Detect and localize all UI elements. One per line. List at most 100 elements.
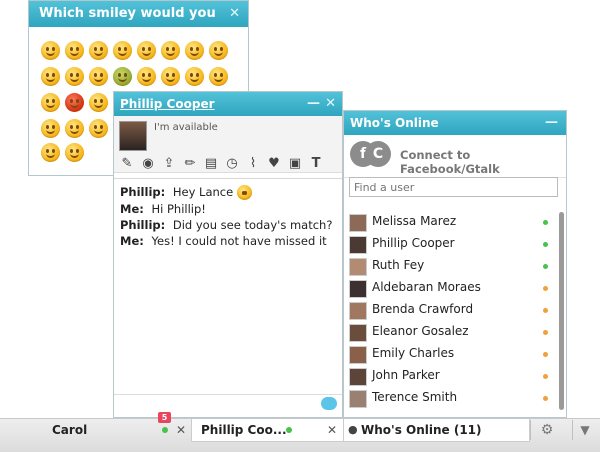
close-icon[interactable]: ✕ bbox=[325, 92, 336, 116]
message-input[interactable] bbox=[114, 394, 342, 417]
status-dot bbox=[286, 427, 292, 433]
avatar bbox=[349, 390, 367, 408]
status-dot bbox=[543, 374, 548, 379]
list-item[interactable]: Terence Smith bbox=[344, 387, 554, 409]
smiley-item[interactable] bbox=[65, 67, 84, 86]
gear-icon[interactable]: ⚙ bbox=[530, 420, 563, 440]
message-list: Phillip: Hey Lance Me: Hi Phillip! Phill… bbox=[114, 178, 342, 397]
avatar bbox=[349, 258, 367, 276]
smiley-picker-title: Which smiley would you like? bbox=[39, 6, 216, 47]
status-dot bbox=[543, 352, 548, 357]
status-dot bbox=[543, 330, 548, 335]
smiley-item[interactable] bbox=[41, 143, 60, 162]
avatar bbox=[349, 368, 367, 386]
user-name: Brenda Crawford bbox=[372, 302, 474, 316]
whos-online-title: Who's Online bbox=[350, 116, 439, 130]
message-text: Did you see today's match? bbox=[172, 218, 333, 232]
user-list-scrollbar[interactable] bbox=[559, 212, 564, 410]
card-icon[interactable]: ♥ bbox=[266, 156, 282, 172]
list-item[interactable]: Brenda Crawford bbox=[344, 299, 554, 321]
message: Phillip: Hey Lance bbox=[120, 185, 337, 200]
text-format-icon[interactable]: T bbox=[308, 156, 324, 172]
list-item[interactable]: Ruth Fey bbox=[344, 255, 554, 277]
tab-phillip-cooper[interactable]: Phillip Coo... ✕ bbox=[191, 419, 344, 442]
status-dot bbox=[543, 264, 548, 269]
minimize-icon[interactable]: — bbox=[307, 92, 320, 116]
save-icon[interactable]: ▣ bbox=[287, 156, 303, 172]
status-dot bbox=[543, 220, 548, 225]
smiley-picker-titlebar: Which smiley would you like? ✕ bbox=[29, 1, 248, 47]
smiley-item[interactable] bbox=[161, 67, 180, 86]
smiley-item[interactable] bbox=[137, 67, 156, 86]
smiley-item[interactable] bbox=[209, 41, 228, 60]
close-icon[interactable]: ✕ bbox=[229, 1, 240, 27]
smiley-item[interactable] bbox=[41, 119, 60, 138]
smiley-item[interactable] bbox=[161, 41, 180, 60]
tab-label: Who's Online (11) bbox=[361, 423, 482, 437]
message-text: Yes! I could not have missed it bbox=[151, 234, 327, 248]
close-icon[interactable]: ✕ bbox=[327, 419, 337, 441]
whos-online-panel: Who's Online — fC Connect to Facebook/Gt… bbox=[343, 110, 567, 418]
chat-bubble-icon bbox=[321, 397, 337, 410]
smiley-item[interactable] bbox=[65, 143, 84, 162]
brush-icon[interactable]: ✎ bbox=[119, 156, 135, 172]
smiley-item[interactable] bbox=[65, 41, 84, 60]
user-name: Melissa Marez bbox=[372, 214, 457, 228]
status-dot bbox=[543, 308, 548, 313]
user-name: John Parker bbox=[372, 368, 440, 382]
smiley-item[interactable] bbox=[41, 67, 60, 86]
collapse-arrow-icon[interactable]: ▼ bbox=[572, 420, 597, 440]
smiley-item[interactable] bbox=[65, 93, 84, 112]
list-item[interactable]: Phillip Cooper bbox=[344, 233, 554, 255]
close-icon[interactable]: ✕ bbox=[176, 419, 186, 441]
user-list: Melissa Marez Phillip Cooper Ruth Fey Al… bbox=[344, 211, 554, 409]
message-sender: Phillip: bbox=[120, 218, 166, 232]
smiley-item[interactable] bbox=[113, 67, 132, 86]
status-dot bbox=[162, 427, 168, 433]
connect-label: Connect to Facebook/Gtalk bbox=[400, 148, 500, 176]
minimize-icon[interactable]: — bbox=[545, 111, 558, 135]
list-item[interactable]: Melissa Marez bbox=[344, 211, 554, 233]
tab-whos-online[interactable]: ● Who's Online (11) bbox=[343, 419, 530, 442]
smiley-item[interactable] bbox=[89, 67, 108, 86]
connect-facebook-gtalk[interactable]: fC Connect to Facebook/Gtalk bbox=[344, 135, 566, 178]
user-name: Terence Smith bbox=[372, 390, 458, 404]
avatar bbox=[349, 302, 367, 320]
message-text: Hey Lance bbox=[172, 185, 234, 199]
smiley-item[interactable] bbox=[41, 93, 60, 112]
smiley-item[interactable] bbox=[137, 41, 156, 60]
status-dot bbox=[543, 396, 548, 401]
message: Me: Yes! I could not have missed it bbox=[120, 234, 337, 248]
facebook-gtalk-icon: fC bbox=[350, 141, 391, 169]
chat-titlebar: Phillip Cooper — ✕ bbox=[114, 92, 342, 116]
chat-contact-name[interactable]: Phillip Cooper bbox=[120, 97, 215, 111]
keyboard-icon[interactable]: ▤ bbox=[203, 156, 219, 172]
smiley-item[interactable] bbox=[113, 41, 132, 60]
smiley-item[interactable] bbox=[89, 93, 108, 112]
status-dot bbox=[543, 242, 548, 247]
clock-icon[interactable]: ◷ bbox=[224, 156, 240, 172]
list-item[interactable]: Eleanor Gosalez bbox=[344, 321, 554, 343]
smiley-item[interactable] bbox=[185, 41, 204, 60]
smiley-item[interactable] bbox=[185, 67, 204, 86]
avatar bbox=[349, 236, 367, 254]
smiley-item[interactable] bbox=[89, 119, 108, 138]
upload-icon[interactable]: ⇪ bbox=[161, 156, 177, 172]
user-name: Ruth Fey bbox=[372, 258, 425, 272]
list-item[interactable]: John Parker bbox=[344, 365, 554, 387]
list-item[interactable]: Aldebaran Moraes bbox=[344, 277, 554, 299]
smiley-item[interactable] bbox=[41, 41, 60, 60]
broom-icon[interactable]: ⌇ bbox=[245, 156, 261, 172]
smiley-item[interactable] bbox=[209, 67, 228, 86]
tab-carol[interactable]: Carol 5 ✕ bbox=[40, 412, 190, 441]
bottom-chat-bar: Carol 5 ✕ Phillip Coo... ✕ ● Who's Onlin… bbox=[0, 412, 600, 452]
avatar bbox=[349, 324, 367, 342]
chat-toolbar: ✎ ◉ ⇪ ✏ ▤ ◷ ⌇ ♥ ▣ T bbox=[114, 148, 342, 176]
webcam-icon[interactable]: ◉ bbox=[140, 156, 156, 172]
smiley-item[interactable] bbox=[89, 41, 108, 60]
pencil-icon[interactable]: ✏ bbox=[182, 156, 198, 172]
smiley-item[interactable] bbox=[65, 119, 84, 138]
list-item[interactable]: Emily Charles bbox=[344, 343, 554, 365]
find-user-input[interactable] bbox=[349, 177, 558, 197]
message-text: Hi Phillip! bbox=[151, 202, 206, 216]
